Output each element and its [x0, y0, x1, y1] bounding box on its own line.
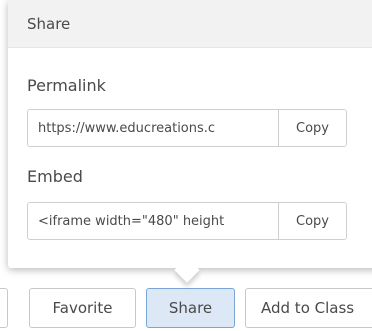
permalink-copy-button[interactable]: Copy: [278, 110, 346, 146]
permalink-field-group: Copy: [27, 109, 347, 147]
embed-field-group: Copy: [27, 202, 347, 240]
permalink-input[interactable]: [28, 110, 279, 146]
share-button[interactable]: Share: [146, 288, 235, 328]
popover-header: Share: [8, 0, 372, 48]
embed-copy-button[interactable]: Copy: [278, 203, 346, 239]
embed-label: Embed: [27, 167, 83, 186]
permalink-label: Permalink: [27, 76, 106, 95]
popover-title: Share: [27, 15, 71, 33]
favorite-button[interactable]: Favorite: [29, 288, 136, 328]
toolbar-button-partial[interactable]: [0, 288, 8, 328]
popover-caret-cover: [160, 250, 220, 268]
share-popover: Share Permalink Copy Embed Copy: [8, 0, 372, 268]
embed-input[interactable]: [28, 203, 279, 239]
add-to-class-button[interactable]: Add to Class: [245, 288, 372, 328]
